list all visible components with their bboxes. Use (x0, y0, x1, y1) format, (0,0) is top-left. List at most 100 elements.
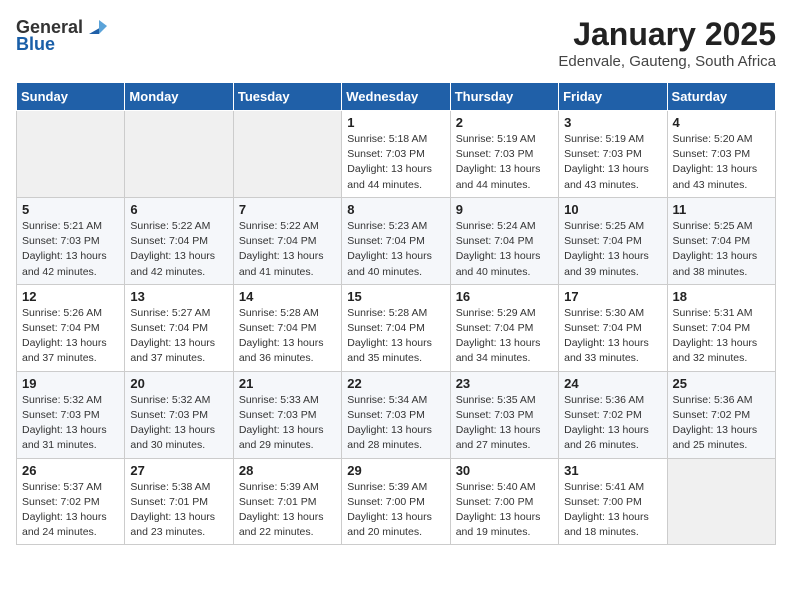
day-number: 1 (347, 115, 444, 130)
day-info: Sunrise: 5:34 AM Sunset: 7:03 PM Dayligh… (347, 393, 444, 454)
day-info: Sunrise: 5:39 AM Sunset: 7:01 PM Dayligh… (239, 480, 336, 541)
day-number: 15 (347, 289, 444, 304)
day-info: Sunrise: 5:22 AM Sunset: 7:04 PM Dayligh… (130, 219, 227, 280)
day-number: 7 (239, 202, 336, 217)
day-info: Sunrise: 5:39 AM Sunset: 7:00 PM Dayligh… (347, 480, 444, 541)
logo-icon (85, 16, 107, 38)
day-number: 13 (130, 289, 227, 304)
day-number: 18 (673, 289, 770, 304)
logo: General Blue (16, 16, 107, 55)
day-info: Sunrise: 5:33 AM Sunset: 7:03 PM Dayligh… (239, 393, 336, 454)
day-number: 27 (130, 463, 227, 478)
calendar-cell: 28 Sunrise: 5:39 AM Sunset: 7:01 PM Dayli… (233, 458, 341, 545)
day-number: 28 (239, 463, 336, 478)
day-number: 14 (239, 289, 336, 304)
day-info: Sunrise: 5:41 AM Sunset: 7:00 PM Dayligh… (564, 480, 661, 541)
day-number: 10 (564, 202, 661, 217)
month-year: January 2025 (558, 16, 776, 53)
calendar-cell: 23 Sunrise: 5:35 AM Sunset: 7:03 PM Dayli… (450, 371, 558, 458)
day-number: 23 (456, 376, 553, 391)
calendar-cell: 27 Sunrise: 5:38 AM Sunset: 7:01 PM Dayli… (125, 458, 233, 545)
page-header: General Blue January 2025 Edenvale, Gaut… (16, 16, 776, 70)
day-info: Sunrise: 5:19 AM Sunset: 7:03 PM Dayligh… (564, 132, 661, 193)
day-number: 2 (456, 115, 553, 130)
header-friday: Friday (559, 83, 667, 111)
calendar-cell: 13 Sunrise: 5:27 AM Sunset: 7:04 PM Dayli… (125, 284, 233, 371)
day-number: 8 (347, 202, 444, 217)
day-info: Sunrise: 5:27 AM Sunset: 7:04 PM Dayligh… (130, 306, 227, 367)
day-info: Sunrise: 5:25 AM Sunset: 7:04 PM Dayligh… (564, 219, 661, 280)
day-number: 29 (347, 463, 444, 478)
day-info: Sunrise: 5:21 AM Sunset: 7:03 PM Dayligh… (22, 219, 119, 280)
day-info: Sunrise: 5:30 AM Sunset: 7:04 PM Dayligh… (564, 306, 661, 367)
calendar-cell: 4Sunrise: 5:20 AM Sunset: 7:03 PM Daylig… (667, 111, 775, 198)
calendar-cell: 24Sunrise: 5:36 AM Sunset: 7:02 PM Dayli… (559, 371, 667, 458)
day-info: Sunrise: 5:35 AM Sunset: 7:03 PM Dayligh… (456, 393, 553, 454)
day-info: Sunrise: 5:32 AM Sunset: 7:03 PM Dayligh… (130, 393, 227, 454)
day-info: Sunrise: 5:26 AM Sunset: 7:04 PM Dayligh… (22, 306, 119, 367)
day-number: 4 (673, 115, 770, 130)
day-info: Sunrise: 5:24 AM Sunset: 7:04 PM Dayligh… (456, 219, 553, 280)
location: Edenvale, Gauteng, South Africa (558, 53, 776, 70)
calendar-cell: 29 Sunrise: 5:39 AM Sunset: 7:00 PM Dayli… (342, 458, 450, 545)
calendar-cell: 15 Sunrise: 5:28 AM Sunset: 7:04 PM Dayli… (342, 284, 450, 371)
calendar-table: SundayMondayTuesdayWednesdayThursdayFrid… (16, 82, 776, 545)
title-section: January 2025 Edenvale, Gauteng, South Af… (558, 16, 776, 70)
calendar-cell: 2 Sunrise: 5:19 AM Sunset: 7:03 PM Daylig… (450, 111, 558, 198)
day-info: Sunrise: 5:22 AM Sunset: 7:04 PM Dayligh… (239, 219, 336, 280)
day-number: 30 (456, 463, 553, 478)
calendar-cell: 14Sunrise: 5:28 AM Sunset: 7:04 PM Dayli… (233, 284, 341, 371)
day-info: Sunrise: 5:36 AM Sunset: 7:02 PM Dayligh… (673, 393, 770, 454)
day-number: 16 (456, 289, 553, 304)
day-info: Sunrise: 5:31 AM Sunset: 7:04 PM Dayligh… (673, 306, 770, 367)
day-number: 5 (22, 202, 119, 217)
header-tuesday: Tuesday (233, 83, 341, 111)
calendar-cell: 5 Sunrise: 5:21 AM Sunset: 7:03 PM Daylig… (17, 197, 125, 284)
day-info: Sunrise: 5:19 AM Sunset: 7:03 PM Dayligh… (456, 132, 553, 193)
day-number: 25 (673, 376, 770, 391)
calendar-cell: 30 Sunrise: 5:40 AM Sunset: 7:00 PM Dayli… (450, 458, 558, 545)
calendar-cell: 16 Sunrise: 5:29 AM Sunset: 7:04 PM Dayli… (450, 284, 558, 371)
day-info: Sunrise: 5:36 AM Sunset: 7:02 PM Dayligh… (564, 393, 661, 454)
calendar-week-row: 19 Sunrise: 5:32 AM Sunset: 7:03 PM Dayli… (17, 371, 776, 458)
day-number: 6 (130, 202, 227, 217)
day-number: 11 (673, 202, 770, 217)
day-info: Sunrise: 5:28 AM Sunset: 7:04 PM Dayligh… (347, 306, 444, 367)
calendar-cell: 19 Sunrise: 5:32 AM Sunset: 7:03 PM Dayli… (17, 371, 125, 458)
day-number: 9 (456, 202, 553, 217)
calendar-cell (125, 111, 233, 198)
calendar-cell: 20 Sunrise: 5:32 AM Sunset: 7:03 PM Dayli… (125, 371, 233, 458)
calendar-cell: 22 Sunrise: 5:34 AM Sunset: 7:03 PM Dayli… (342, 371, 450, 458)
day-number: 26 (22, 463, 119, 478)
calendar-cell (17, 111, 125, 198)
day-number: 31 (564, 463, 661, 478)
calendar-cell: 26 Sunrise: 5:37 AM Sunset: 7:02 PM Dayli… (17, 458, 125, 545)
calendar-week-row: 12 Sunrise: 5:26 AM Sunset: 7:04 PM Dayli… (17, 284, 776, 371)
day-info: Sunrise: 5:25 AM Sunset: 7:04 PM Dayligh… (673, 219, 770, 280)
day-info: Sunrise: 5:23 AM Sunset: 7:04 PM Dayligh… (347, 219, 444, 280)
calendar-week-row: 5 Sunrise: 5:21 AM Sunset: 7:03 PM Daylig… (17, 197, 776, 284)
calendar-cell: 8 Sunrise: 5:23 AM Sunset: 7:04 PM Daylig… (342, 197, 450, 284)
calendar-cell: 1Sunrise: 5:18 AM Sunset: 7:03 PM Daylig… (342, 111, 450, 198)
calendar-cell (233, 111, 341, 198)
header-saturday: Saturday (667, 83, 775, 111)
day-number: 22 (347, 376, 444, 391)
calendar-cell: 12 Sunrise: 5:26 AM Sunset: 7:04 PM Dayli… (17, 284, 125, 371)
day-info: Sunrise: 5:32 AM Sunset: 7:03 PM Dayligh… (22, 393, 119, 454)
calendar-cell: 21Sunrise: 5:33 AM Sunset: 7:03 PM Dayli… (233, 371, 341, 458)
day-number: 17 (564, 289, 661, 304)
calendar-cell: 25 Sunrise: 5:36 AM Sunset: 7:02 PM Dayli… (667, 371, 775, 458)
header-sunday: Sunday (17, 83, 125, 111)
day-info: Sunrise: 5:38 AM Sunset: 7:01 PM Dayligh… (130, 480, 227, 541)
day-info: Sunrise: 5:40 AM Sunset: 7:00 PM Dayligh… (456, 480, 553, 541)
day-info: Sunrise: 5:37 AM Sunset: 7:02 PM Dayligh… (22, 480, 119, 541)
day-number: 19 (22, 376, 119, 391)
calendar-cell (667, 458, 775, 545)
day-info: Sunrise: 5:29 AM Sunset: 7:04 PM Dayligh… (456, 306, 553, 367)
calendar-cell: 18 Sunrise: 5:31 AM Sunset: 7:04 PM Dayli… (667, 284, 775, 371)
calendar-week-row: 26 Sunrise: 5:37 AM Sunset: 7:02 PM Dayli… (17, 458, 776, 545)
calendar-cell: 10 Sunrise: 5:25 AM Sunset: 7:04 PM Dayli… (559, 197, 667, 284)
day-number: 20 (130, 376, 227, 391)
day-number: 12 (22, 289, 119, 304)
header-wednesday: Wednesday (342, 83, 450, 111)
